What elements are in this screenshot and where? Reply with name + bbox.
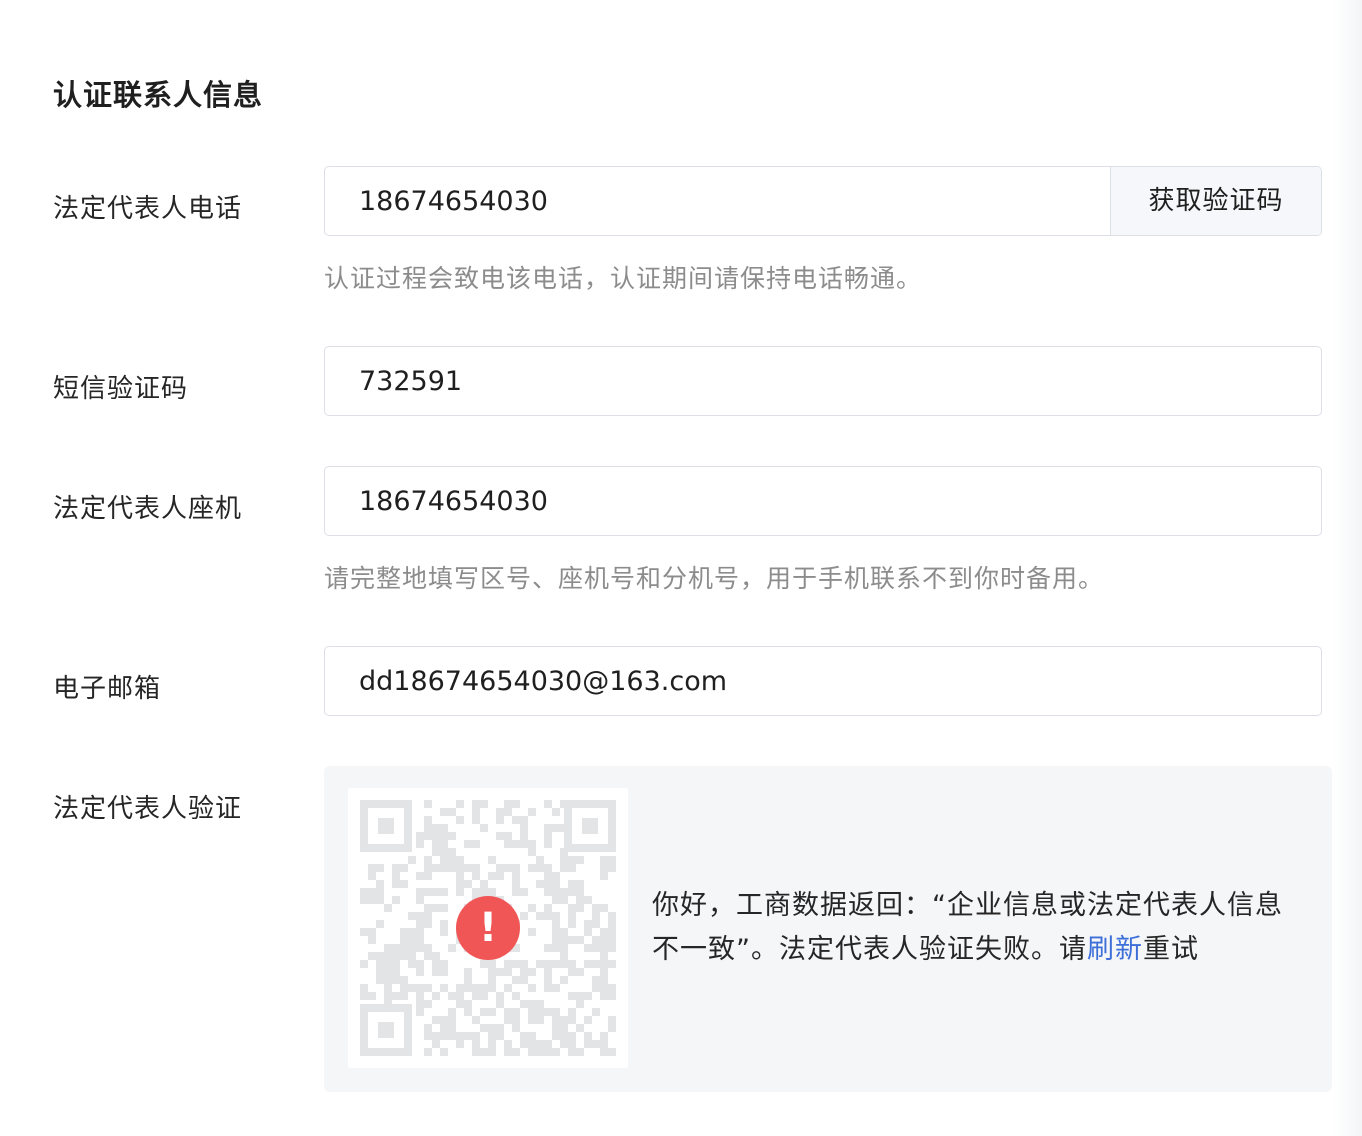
email-input[interactable]: dd18674654030@163.com xyxy=(324,646,1322,716)
verification-label: 法定代表人验证 xyxy=(53,794,243,824)
error-icon: ! xyxy=(456,896,520,960)
refresh-link[interactable]: 刷新 xyxy=(1087,934,1143,965)
phone-input[interactable]: 18674654030 获取验证码 xyxy=(324,166,1322,236)
get-verification-code-button[interactable]: 获取验证码 xyxy=(1110,167,1321,235)
landline-input[interactable]: 18674654030 xyxy=(324,466,1322,536)
phone-label: 法定代表人电话 xyxy=(53,194,243,224)
sms-code-label: 短信验证码 xyxy=(53,374,189,404)
phone-hint: 认证过程会致电该电话，认证期间请保持电话畅通。 xyxy=(324,264,923,293)
sms-code-input[interactable]: 732591 xyxy=(324,346,1322,416)
error-message-suffix: 重试 xyxy=(1143,934,1199,965)
email-input-value[interactable]: dd18674654030@163.com xyxy=(359,647,727,717)
verification-panel: ! 你好，工商数据返回：“企业信息或法定代表人信息不一致”。法定代表人验证失败。… xyxy=(324,766,1332,1092)
landline-label: 法定代表人座机 xyxy=(53,494,243,524)
email-label: 电子邮箱 xyxy=(53,674,162,704)
landline-hint: 请完整地填写区号、座机号和分机号，用于手机联系不到你时备用。 xyxy=(324,564,1105,593)
qr-code-icon: ! xyxy=(348,788,628,1068)
right-edge-shade xyxy=(1332,0,1362,1136)
landline-input-value[interactable]: 18674654030 xyxy=(359,467,548,537)
phone-input-value[interactable]: 18674654030 xyxy=(359,167,548,237)
sms-code-value[interactable]: 732591 xyxy=(359,347,462,417)
section-title: 认证联系人信息 xyxy=(53,78,264,112)
verification-error-message: 你好，工商数据返回：“企业信息或法定代表人信息不一致”。法定代表人验证失败。请刷… xyxy=(652,884,1302,972)
